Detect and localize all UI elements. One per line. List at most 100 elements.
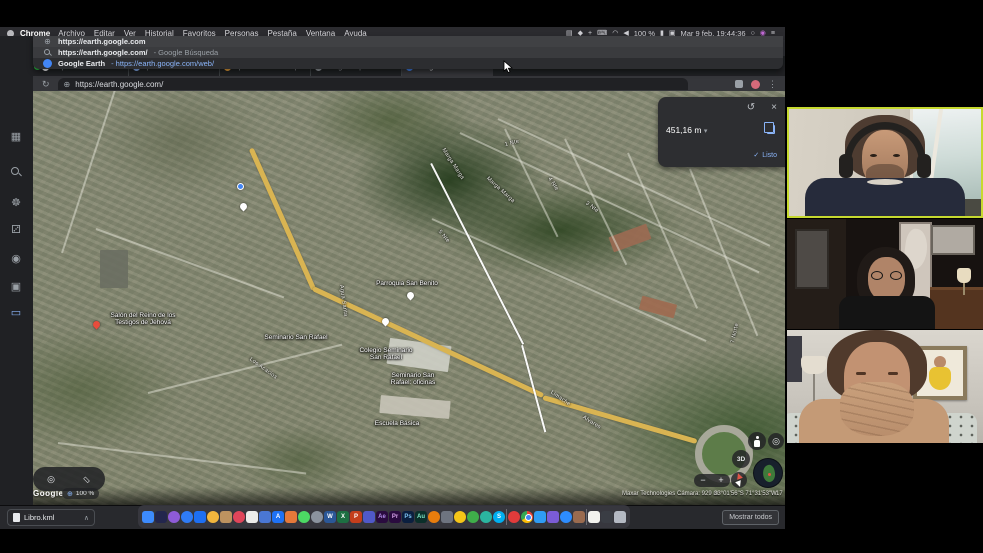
reload-button[interactable]: ↻ — [42, 79, 50, 90]
participant-video-1[interactable] — [787, 107, 983, 218]
sidebar-menu[interactable]: ▦ — [8, 129, 24, 145]
dock-icon-health-app[interactable] — [480, 511, 492, 523]
menu-kebab-icon[interactable]: ⋮ — [768, 79, 777, 90]
poi-label[interactable]: Seminario San Rafael — [264, 334, 327, 341]
dock-icon-word[interactable]: W — [324, 511, 336, 523]
zoom-out-button[interactable]: − — [700, 476, 705, 485]
dock-icon-sphere-app[interactable] — [467, 511, 479, 523]
sidebar-lucky-dice[interactable]: ⚂ — [8, 222, 24, 238]
overview-globe[interactable] — [753, 458, 783, 488]
url-text[interactable]: https://earth.google.com/ — [75, 80, 163, 89]
map-tools: ◎ ▭ — [33, 467, 105, 491]
dock-icon-system-preferences[interactable] — [311, 511, 323, 523]
suggestion-row-search[interactable]: https://earth.google.com/ - Google Búsqu… — [33, 47, 783, 58]
satellite-map[interactable]: Parroquia San Benito Seminario San Rafael… — [33, 91, 785, 505]
suggestion-row-google-earth[interactable]: Google Earth - https://earth.google.com/… — [33, 58, 783, 69]
zoom-in-button[interactable]: + — [718, 476, 723, 485]
lamp — [957, 268, 971, 283]
poi-label[interactable]: Colegio Seminario San Rafael — [359, 347, 412, 362]
compass[interactable] — [731, 472, 747, 488]
dock-icon-mail[interactable] — [194, 511, 206, 523]
participant-video-2[interactable] — [787, 219, 983, 329]
imagery-attribution: Maxar Technologies — [622, 491, 675, 497]
pegman-button[interactable] — [748, 432, 766, 450]
dock-icon-books[interactable] — [285, 511, 297, 523]
dock-icon-photos[interactable] — [207, 511, 219, 523]
extensions-icon[interactable] — [735, 80, 743, 88]
profile-avatar[interactable] — [751, 80, 760, 89]
chevron-down-icon[interactable]: ▾ — [704, 128, 708, 135]
main-road — [249, 147, 317, 291]
map-pin-parroquia[interactable] — [406, 291, 416, 301]
suggestion-row-url[interactable]: ⊕ https://earth.google.com — [33, 36, 783, 47]
dock-icon-premiere[interactable]: Pr — [389, 511, 401, 523]
compass-south-needle — [735, 480, 743, 488]
dock-icon-zap-app[interactable] — [454, 511, 466, 523]
dock-icon-keyboard-app[interactable] — [441, 511, 453, 523]
downloaded-file-chip[interactable]: Libro.kml ∧ — [7, 509, 95, 526]
add-placemark-icon[interactable]: ◎ — [47, 474, 55, 485]
dock-icon-trash[interactable] — [614, 511, 626, 523]
map-pin-seminario[interactable] — [239, 202, 249, 212]
dock-icon-finder[interactable] — [142, 511, 154, 523]
dock-icon-skype[interactable]: S — [493, 511, 505, 523]
dock-icon-apple-tv[interactable] — [155, 511, 167, 523]
dock-icon-vscode[interactable] — [534, 511, 546, 523]
site-info-icon[interactable]: ⊕ — [64, 80, 71, 89]
dock-icon-zoom[interactable] — [560, 511, 572, 523]
ruler-icon[interactable]: ▭ — [81, 473, 93, 485]
dock-icon-downloads-doc[interactable] — [588, 511, 600, 523]
dock-icon-audition[interactable]: Au — [415, 511, 427, 523]
picture-frame — [931, 225, 975, 255]
address-bar[interactable]: ⊕ https://earth.google.com/ — [58, 78, 688, 90]
map-pin-red-place[interactable] — [92, 320, 102, 330]
dock-icon[interactable] — [506, 509, 507, 525]
street-line — [148, 344, 343, 394]
dock-icon-app-store[interactable]: A — [272, 511, 284, 523]
dock-icon-messages[interactable] — [298, 511, 310, 523]
dock-icon-chrome[interactable] — [521, 511, 533, 523]
dock-icon-after-effects[interactable]: Ae — [376, 511, 388, 523]
sidebar-measure[interactable]: ▭ — [8, 305, 24, 321]
show-all-downloads-button[interactable]: Mostrar todos — [722, 510, 779, 525]
video-call-screen: Chrome ArchivoEditarVerHistorialFavorito… — [0, 0, 983, 553]
dock-icon-powerpoint[interactable]: P — [350, 511, 362, 523]
dock-icon-blender[interactable] — [428, 511, 440, 523]
building — [100, 250, 128, 288]
eyes — [856, 372, 898, 375]
poi-label[interactable]: Parroquia San Benito — [376, 280, 438, 287]
dock-icon[interactable] — [586, 509, 587, 525]
poi-label[interactable]: Escuela Básica — [375, 420, 419, 427]
undo-icon[interactable]: ↺ — [747, 102, 755, 113]
sidebar-map-style[interactable]: ▣ — [8, 279, 24, 295]
poi-label[interactable]: Seminario San Rafael: oficinas — [391, 372, 435, 387]
dock-icon-purple-app[interactable] — [547, 511, 559, 523]
my-location-button[interactable]: ◎ — [768, 433, 784, 449]
copy-icon[interactable] — [767, 125, 775, 134]
dock-icon-folder[interactable] — [220, 511, 232, 523]
dock-icon-safari[interactable] — [181, 511, 193, 523]
dock-icon-photoshop[interactable]: Ps — [402, 511, 414, 523]
dock-icon-browser-red[interactable] — [508, 511, 520, 523]
building — [379, 395, 450, 419]
map-imagery: Parroquia San Benito Seminario San Rafael… — [33, 91, 785, 505]
dock-icon-launchpad[interactable] — [259, 511, 271, 523]
dock-icon-box[interactable] — [573, 511, 585, 523]
sidebar-search[interactable] — [8, 164, 24, 180]
dock-icon-excel[interactable]: X — [337, 511, 349, 523]
sidebar-projects[interactable]: ◉ — [8, 251, 24, 267]
chevron-up-icon[interactable]: ∧ — [84, 514, 89, 522]
dock-icon-notes[interactable] — [246, 511, 258, 523]
sidebar-voyager[interactable]: ☸ — [8, 195, 24, 211]
close-icon[interactable]: × — [771, 102, 777, 113]
poi-label[interactable]: Salón del Reino de los Testigos de Jehov… — [110, 312, 175, 327]
participant-video-3[interactable] — [787, 330, 983, 443]
done-button[interactable]: ✓Listo — [753, 151, 777, 159]
suggestion-suffix: - Google Búsqueda — [154, 48, 219, 57]
dock-icon-music[interactable] — [233, 511, 245, 523]
dock-icon-stack[interactable] — [601, 511, 613, 523]
dock-icon-siri[interactable] — [168, 511, 180, 523]
dock-icon-teams[interactable] — [363, 511, 375, 523]
measure-value[interactable]: 451,16 m ▾ — [666, 125, 707, 135]
3d-button[interactable]: 3D — [732, 450, 750, 468]
